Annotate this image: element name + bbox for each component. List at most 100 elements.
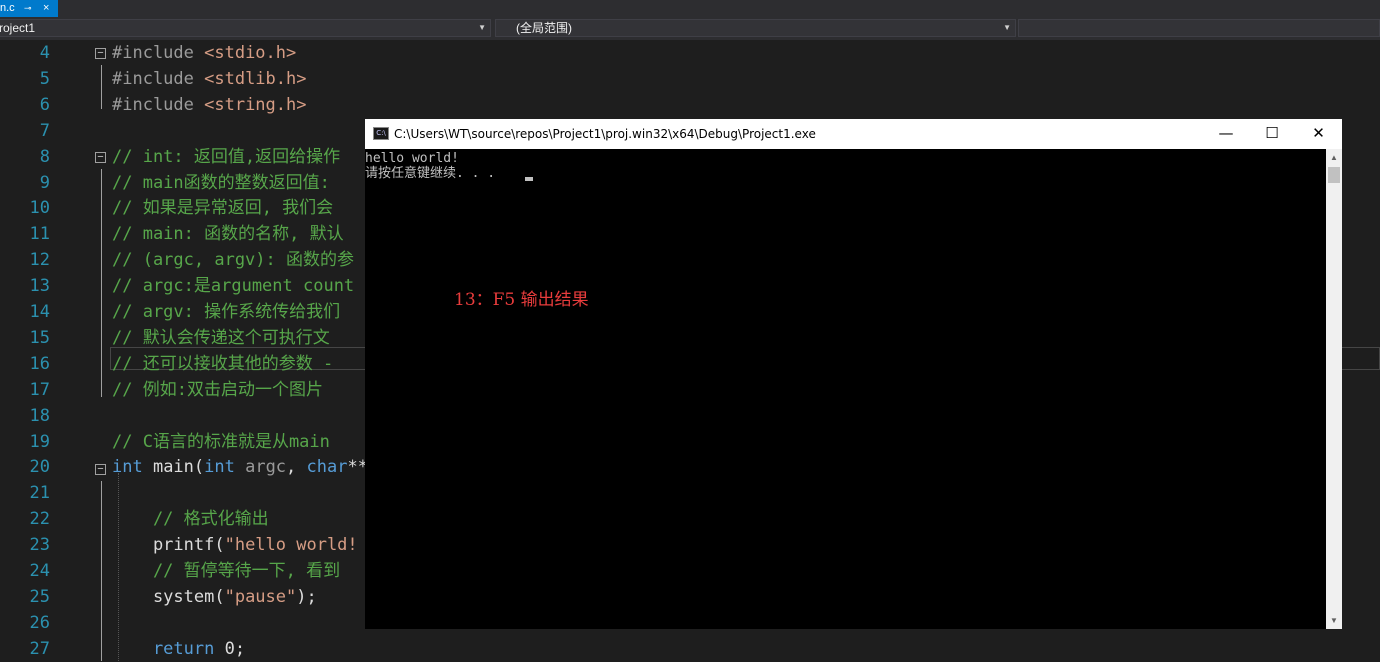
- line-number: 9: [39, 172, 50, 193]
- code-line: // 格式化输出: [112, 506, 269, 532]
- code-line: // 例如:双击启动一个图片: [112, 377, 323, 403]
- close-tab-icon[interactable]: ×: [43, 0, 49, 17]
- code-token: // 还可以接收其他的参数 -: [112, 353, 334, 374]
- close-button[interactable]: ✕: [1295, 119, 1342, 149]
- code-token: main(: [142, 457, 205, 478]
- fold-guide: [101, 169, 102, 397]
- code-token: #include: [112, 43, 205, 63]
- console-output-area[interactable]: hello world! 请按任意键继续. . . 13：F5 输出结果: [365, 149, 1326, 629]
- code-line: printf("hello world!: [112, 532, 358, 558]
- line-number: 19: [29, 431, 50, 452]
- scroll-thumb[interactable]: [1328, 167, 1340, 183]
- code-token: // 格式化输出: [112, 509, 269, 530]
- code-token: // 暂停等待一下, 看到: [112, 561, 341, 581]
- code-token: // 默认会传递这个可执行文: [112, 327, 330, 348]
- console-output-line: 请按任意键继续. . .: [365, 166, 496, 181]
- scope-dropdown-label: (全局范围): [516, 21, 572, 35]
- code-line: // 如果是异常返回, 我们会: [112, 195, 333, 221]
- console-scrollbar[interactable]: ▲ ▼: [1326, 149, 1342, 629]
- scroll-down-arrow-icon[interactable]: ▼: [1326, 612, 1342, 629]
- navigation-bar: roject1 ▼ (全局范围) ▼: [0, 17, 1380, 41]
- code-token: // 如果是异常返回, 我们会: [112, 198, 334, 219]
- code-token: argc: [234, 457, 287, 478]
- console-output-line: hello world!: [365, 151, 459, 166]
- code-line: #include <stdlib.h>: [112, 66, 306, 92]
- line-number: 8: [39, 146, 50, 167]
- line-number: 20: [29, 457, 50, 478]
- project-dropdown[interactable]: roject1 ▼: [0, 19, 491, 37]
- code-token: // argv: 操作系统传给我们: [112, 302, 341, 322]
- code-token: );: [296, 586, 317, 607]
- project-dropdown-label: roject1: [0, 21, 36, 35]
- tab-label: n.c: [0, 2, 15, 14]
- line-number: 17: [29, 379, 50, 400]
- line-number: 12: [29, 250, 50, 271]
- code-token: // argc:是argument count: [112, 276, 355, 297]
- scope-dropdown[interactable]: (全局范围) ▼: [495, 19, 1016, 37]
- code-line: // main函数的整数返回值:: [112, 170, 330, 196]
- console-app-icon: C:\: [373, 127, 389, 140]
- text-cursor: [525, 177, 533, 181]
- console-title: C:\Users\WT\source\repos\Project1\proj.w…: [394, 127, 816, 141]
- line-number: 22: [29, 509, 50, 530]
- code-token: // (argc, argv): 函数的参: [112, 250, 354, 271]
- line-number: 15: [29, 327, 50, 348]
- code-line: return 0;: [112, 636, 245, 662]
- code-token: 0;: [214, 638, 246, 659]
- code-token: int: [204, 457, 235, 478]
- chevron-down-icon: ▼: [1003, 23, 1011, 32]
- code-line: // 还可以接收其他的参数 -: [112, 351, 333, 377]
- code-token: ,: [286, 457, 307, 478]
- minus-box-icon[interactable]: −: [95, 48, 106, 59]
- code-token: system(: [112, 586, 225, 607]
- line-number: 4: [39, 43, 50, 63]
- code-token: #include: [112, 94, 205, 115]
- console-window[interactable]: C:\ C:\Users\WT\source\repos\Project1\pr…: [365, 119, 1342, 629]
- code-line: int main(int argc, char**: [112, 454, 368, 480]
- line-number: 24: [29, 561, 50, 581]
- code-token: "pause": [224, 586, 297, 607]
- code-line: // C语言的标准就是从main: [112, 429, 330, 455]
- chevron-down-icon: ▼: [478, 23, 486, 32]
- annotation-text: 13：F5 输出结果: [454, 290, 589, 310]
- code-line: // (argc, argv): 函数的参: [112, 247, 354, 273]
- line-number: 27: [29, 638, 50, 659]
- tab-main-c[interactable]: n.c ⊸ ×: [0, 0, 58, 17]
- code-line: // argv: 操作系统传给我们: [112, 299, 340, 325]
- pin-icon[interactable]: ⊸: [24, 0, 32, 17]
- line-number: 11: [29, 224, 50, 245]
- member-dropdown[interactable]: [1018, 19, 1380, 37]
- code-token: int: [112, 457, 143, 478]
- code-token: <stdio.h>: [204, 43, 297, 63]
- maximize-button[interactable]: ☐: [1249, 119, 1295, 149]
- line-number: 21: [29, 483, 50, 504]
- line-number: 26: [29, 612, 50, 633]
- code-token: // C语言的标准就是从main: [112, 431, 330, 452]
- code-line: // 暂停等待一下, 看到: [112, 558, 340, 584]
- line-number: 13: [29, 276, 50, 297]
- line-number: 25: [29, 586, 50, 607]
- line-number: 14: [29, 302, 50, 322]
- line-number: 5: [39, 68, 50, 89]
- code-token: // main函数的整数返回值:: [112, 172, 330, 193]
- line-number: 23: [29, 535, 50, 556]
- line-number-gutter: 4 5 6 7 8 9 10 11 12 13 14 15 16 17 18 19 20 21 22 23 24 25 26…: [0, 40, 58, 661]
- console-title-bar[interactable]: C:\ C:\Users\WT\source\repos\Project1\pr…: [365, 119, 1342, 149]
- code-token: <string.h>: [204, 94, 307, 115]
- minimize-button[interactable]: —: [1203, 119, 1249, 149]
- code-token: "hello world!: [224, 535, 358, 556]
- fold-guide: [101, 481, 102, 661]
- code-token: char: [306, 457, 348, 478]
- scroll-up-arrow-icon[interactable]: ▲: [1326, 149, 1342, 166]
- minus-box-icon[interactable]: −: [95, 152, 106, 163]
- code-token: // main: 函数的名称, 默认: [112, 224, 344, 245]
- minus-box-icon[interactable]: −: [95, 464, 106, 475]
- line-number: 10: [29, 198, 50, 219]
- code-token: return: [112, 638, 215, 659]
- code-line: system("pause");: [112, 584, 317, 610]
- line-number: 7: [39, 120, 50, 141]
- code-line: // main: 函数的名称, 默认: [112, 221, 344, 247]
- fold-guide: [101, 65, 102, 109]
- code-line: // int: 返回值,返回给操作: [112, 144, 340, 170]
- line-number: 6: [39, 94, 50, 115]
